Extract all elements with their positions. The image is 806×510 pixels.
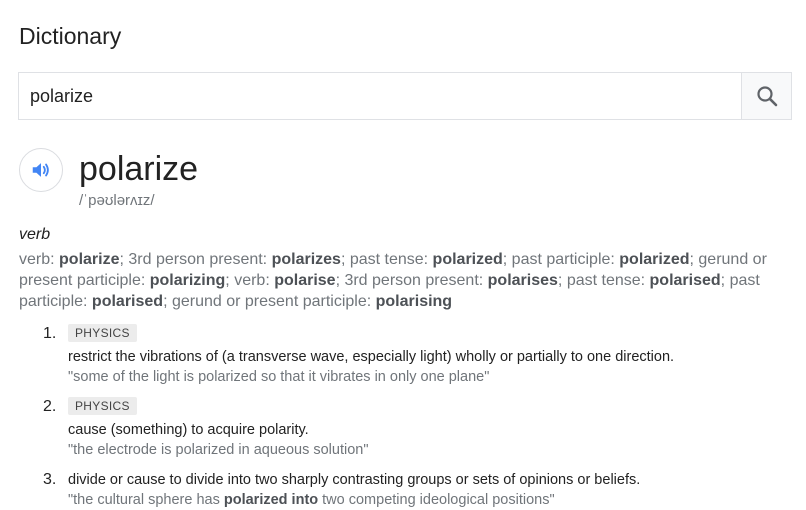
example-text: "the cultural sphere has xyxy=(68,492,224,508)
search-button[interactable] xyxy=(741,73,791,119)
word-form-text: ; 3rd person present: xyxy=(335,272,488,289)
search-input[interactable] xyxy=(19,73,741,119)
definition-text: restrict the vibrations of (a transverse… xyxy=(68,349,675,365)
phonetic-spelling: /ˈpəʊlərʌɪz/ xyxy=(79,192,155,209)
word-form-bold: polarise xyxy=(274,272,336,289)
definition-number: 2. xyxy=(43,398,57,415)
word-form-bold: polarizes xyxy=(271,251,341,268)
search-icon xyxy=(756,86,777,107)
word-form-text: verb: xyxy=(19,251,60,268)
part-of-speech: verb xyxy=(19,226,51,243)
word-form-bold: polarised xyxy=(649,272,721,289)
word-form-bold: polarized xyxy=(619,251,690,268)
word-form-text: ; past participle: xyxy=(502,251,620,268)
word-form-text: ; 3rd person present: xyxy=(119,251,272,268)
pronunciation-button[interactable] xyxy=(19,148,63,192)
definition-text: cause (something) to acquire polarity. xyxy=(68,422,309,438)
speaker-icon xyxy=(32,163,49,177)
word-form-bold: polarized xyxy=(432,251,503,268)
word-form-text: ; past tense: xyxy=(340,251,433,268)
definition-number: 3. xyxy=(43,471,57,488)
example-bold: polarized into xyxy=(223,492,319,508)
definition-example: "some of the light is polarized so that … xyxy=(68,369,490,385)
word-forms: verb: polarize; 3rd person present: pola… xyxy=(19,249,794,312)
word-form-text: ; gerund or present participle: xyxy=(163,293,376,310)
word-form-text: ; verb: xyxy=(225,272,275,289)
definition-example: "the cultural sphere has polarized into … xyxy=(68,490,788,510)
word-form-text: ; past tense: xyxy=(557,272,650,289)
word-form-bold: polarising xyxy=(375,293,453,310)
example-text: two competing ideological positions" xyxy=(318,492,555,508)
search-box xyxy=(18,72,792,120)
definition-number: 1. xyxy=(43,325,57,342)
word-form-bold: polarize xyxy=(59,251,120,268)
definition-example: "the electrode is polarized in aqueous s… xyxy=(68,442,369,458)
definition-text: divide or cause to divide into two sharp… xyxy=(68,472,641,488)
subject-tag: PHYSICS xyxy=(68,397,137,415)
headword: polarize xyxy=(79,150,199,188)
word-form-bold: polarizing xyxy=(149,272,226,289)
page-title: Dictionary xyxy=(19,23,122,49)
word-form-bold: polarises xyxy=(487,272,558,289)
word-form-bold: polarised xyxy=(91,293,164,310)
subject-tag: PHYSICS xyxy=(68,324,137,342)
